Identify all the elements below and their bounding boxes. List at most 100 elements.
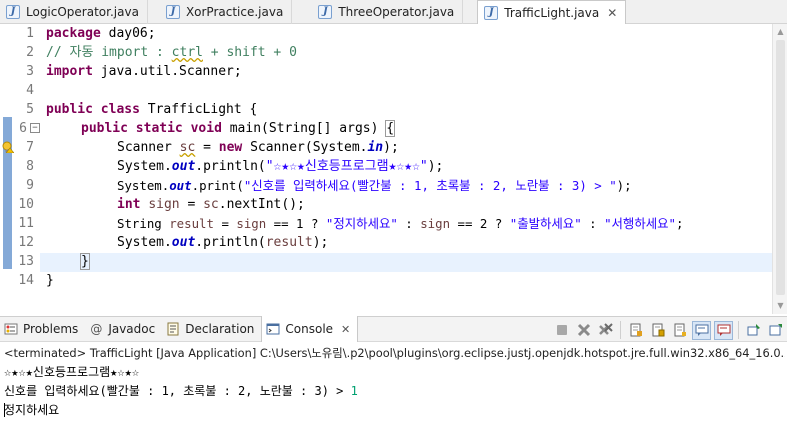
code-text: String bbox=[117, 216, 170, 231]
line-number: 13 bbox=[18, 254, 34, 269]
tab-label: LogicOperator.java bbox=[26, 5, 139, 19]
static-field: out bbox=[169, 178, 192, 193]
string-literal: "정지하세요" bbox=[325, 216, 398, 231]
scroll-lock-button[interactable] bbox=[648, 321, 667, 340]
line-number: 5 bbox=[26, 102, 34, 117]
editor-tab-bar: J LogicOperator.java J XorPractice.java … bbox=[0, 0, 787, 25]
close-tab-icon[interactable]: ✕ bbox=[607, 6, 617, 20]
tab-label: TrafficLight.java bbox=[504, 6, 600, 20]
comment: + shift + 0 bbox=[202, 45, 297, 60]
show-console-stderr-button[interactable] bbox=[714, 320, 733, 340]
terminate-button[interactable] bbox=[552, 321, 571, 340]
string-literal: "☆★☆★신호등프로그램★☆★☆" bbox=[265, 159, 428, 174]
tab-xor-practice[interactable]: J XorPractice.java bbox=[148, 0, 293, 24]
line-number: 14 bbox=[18, 273, 34, 288]
code-line-12: System.out.println(result); bbox=[117, 233, 328, 252]
remove-launch-button[interactable] bbox=[574, 321, 593, 340]
code-text-area[interactable]: package day06; // 자동 import : ctrl + shi… bbox=[46, 24, 771, 314]
local-variable: sign bbox=[236, 216, 267, 231]
code-text: : bbox=[581, 216, 605, 231]
clear-console-icon bbox=[630, 323, 642, 337]
word-wrap-icon bbox=[674, 323, 686, 337]
view-tab-bar: Problems @ Javadoc Declaration Console ✕ bbox=[0, 316, 787, 342]
keyword: int bbox=[117, 197, 141, 212]
code-line-3: import java.util.Scanner; bbox=[46, 62, 242, 81]
console-line-1: ☆★☆★신호등프로그램★☆★☆ bbox=[4, 365, 140, 379]
string-literal: "신호를 입력하세요(빨간불 : 1, 초록불 : 2, 노란불 : 3) > … bbox=[243, 178, 617, 193]
open-console-button[interactable] bbox=[766, 321, 785, 340]
code-text: .nextInt(); bbox=[218, 197, 305, 212]
code-text: : bbox=[397, 216, 421, 231]
tab-logic-operator[interactable]: J LogicOperator.java bbox=[0, 0, 148, 24]
console-line-2: 신호를 입력하세요(빨간불 : 1, 초록불 : 2, 노란불 : 3) > 1 bbox=[4, 382, 358, 400]
toolbar-separator bbox=[620, 321, 621, 339]
code-line-13: } bbox=[80, 252, 90, 271]
code-text: .print( bbox=[191, 178, 244, 193]
java-file-icon: J bbox=[6, 5, 20, 19]
toolbar-separator bbox=[738, 321, 739, 339]
keyword: static bbox=[135, 121, 183, 136]
show-console-stdout-button[interactable] bbox=[692, 320, 711, 340]
line-number: 9 bbox=[26, 178, 34, 193]
code-text: == 1 ? bbox=[266, 216, 326, 231]
keyword: new bbox=[218, 140, 243, 155]
warning-lightbulb-icon[interactable] bbox=[2, 141, 14, 153]
console-icon bbox=[266, 323, 280, 335]
code-line-6: public static void main(String[] args) { bbox=[81, 119, 396, 138]
javadoc-icon: @ bbox=[90, 322, 103, 336]
line-number: 10 bbox=[18, 197, 34, 212]
code-text: = bbox=[213, 216, 237, 231]
pin-console-button[interactable] bbox=[744, 321, 763, 340]
local-variable: sign bbox=[148, 197, 180, 212]
line-number: 11 bbox=[18, 216, 34, 231]
clear-console-button[interactable] bbox=[626, 321, 645, 340]
tab-label: XorPractice.java bbox=[185, 5, 284, 19]
code-text: System. bbox=[117, 235, 172, 250]
word-wrap-button[interactable] bbox=[670, 321, 689, 340]
scroll-lock-icon bbox=[652, 323, 664, 337]
scroll-up-icon[interactable]: ▲ bbox=[776, 27, 785, 36]
show-console-stderr-icon bbox=[717, 324, 730, 336]
matching-bracket: { bbox=[385, 120, 396, 137]
tab-label: Console bbox=[285, 322, 334, 336]
remove-all-terminated-button[interactable] bbox=[596, 321, 615, 340]
tab-javadoc[interactable]: @ Javadoc bbox=[85, 316, 162, 342]
tab-declaration[interactable]: Declaration bbox=[162, 316, 261, 342]
fold-collapse-icon[interactable]: − bbox=[30, 123, 40, 133]
code-text: ); bbox=[616, 178, 632, 193]
keyword: package bbox=[46, 26, 101, 41]
code-text: day06; bbox=[100, 26, 156, 41]
tab-console[interactable]: Console ✕ bbox=[261, 316, 359, 342]
editor-vertical-scrollbar[interactable]: ▲ ▼ bbox=[772, 24, 787, 314]
comment-spelling-warning: ctrl bbox=[171, 45, 203, 60]
close-tab-icon[interactable]: ✕ bbox=[341, 323, 350, 336]
code-text: == 2 ? bbox=[450, 216, 510, 231]
local-variable: result bbox=[169, 216, 214, 231]
tab-problems[interactable]: Problems bbox=[0, 316, 85, 342]
scrollbar-thumb[interactable] bbox=[776, 40, 785, 295]
code-text: } bbox=[46, 273, 54, 288]
local-variable: sc bbox=[203, 197, 219, 212]
tab-traffic-light[interactable]: J TrafficLight.java ✕ bbox=[477, 0, 627, 25]
code-line-11: String result = sign == 1 ? "정지하세요" : si… bbox=[117, 214, 683, 233]
local-variable: sign bbox=[420, 216, 451, 231]
declaration-icon bbox=[167, 322, 179, 336]
console-user-input: 1 bbox=[350, 384, 358, 398]
terminated-status: <terminated> TrafficLight [Java Applicat… bbox=[4, 346, 785, 360]
console-output[interactable]: <terminated> TrafficLight [Java Applicat… bbox=[0, 342, 787, 422]
code-text: .println( bbox=[195, 159, 266, 174]
tab-three-operator[interactable]: J ThreeOperator.java bbox=[292, 0, 464, 24]
code-line-8: System.out.println("☆★☆★신호등프로그램★☆★☆"); bbox=[117, 157, 443, 176]
code-line-9: System.out.print("신호를 입력하세요(빨간불 : 1, 초록불… bbox=[117, 176, 632, 195]
remove-all-terminated-icon bbox=[598, 323, 613, 335]
remove-launch-icon bbox=[577, 323, 590, 337]
code-text: Scanner bbox=[117, 140, 180, 155]
keyword: void bbox=[190, 121, 222, 136]
scroll-down-icon[interactable]: ▼ bbox=[776, 301, 785, 310]
problems-icon bbox=[4, 323, 18, 335]
show-console-stdout-icon bbox=[695, 324, 708, 336]
line-number: 4 bbox=[26, 83, 34, 98]
code-editor[interactable]: 1 2 3 4 5 6 7 8 9 10 11 12 13 14 − packa… bbox=[0, 24, 787, 314]
tab-label: Problems bbox=[23, 322, 79, 336]
java-file-icon: J bbox=[165, 5, 180, 19]
